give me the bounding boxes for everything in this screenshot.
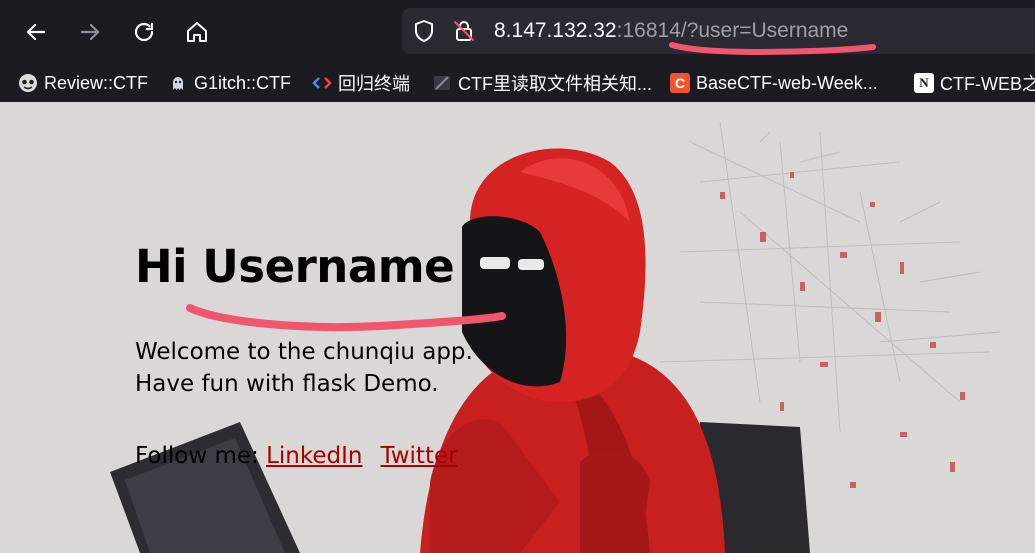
welcome-text: Welcome to the chunqiu app. Have fun wit… xyxy=(135,336,473,400)
page-content: Hi Username Welcome to the chunqiu app. … xyxy=(0,102,1035,553)
welcome-line: Have fun with flask Demo. xyxy=(135,371,439,397)
url-port-path: :16814/?user=Username xyxy=(616,19,849,42)
forward-button[interactable] xyxy=(72,14,108,50)
bookmark-label: G1itch::CTF xyxy=(194,72,292,93)
follow-section: Follow me: LinkedIn Twitter xyxy=(135,443,458,469)
bookmark-terminal[interactable]: 回归终端 xyxy=(312,71,410,95)
bookmark-ctf-web[interactable]: N CTF-WEB之 xyxy=(914,71,1035,95)
twitter-link[interactable]: Twitter xyxy=(380,443,457,469)
arrow-left-icon xyxy=(26,23,46,41)
bookmarks-bar: Review::CTF G1itch::CTF 回归终端 CTF里读取文件相关知… xyxy=(0,64,1035,102)
reload-button[interactable] xyxy=(126,14,162,50)
bookmark-g1itch-ctf[interactable]: G1itch::CTF xyxy=(168,71,291,95)
bookmark-label: CTF里读取文件相关知... xyxy=(458,74,652,94)
welcome-line: Welcome to the chunqiu app. xyxy=(135,339,473,365)
shield-icon[interactable] xyxy=(412,19,436,43)
browser-toolbar: 8.147.132.32:16814/?user=Username xyxy=(0,0,1035,64)
reload-icon xyxy=(134,22,154,42)
bookmark-basectf[interactable]: C BaseCTF-web-Week... xyxy=(670,71,878,95)
address-bar[interactable]: 8.147.132.32:16814/?user=Username xyxy=(402,8,1035,54)
ghost-icon xyxy=(168,73,188,93)
code-brackets-icon xyxy=(312,73,332,93)
bookmark-label: BaseCTF-web-Week... xyxy=(696,72,878,93)
bookmark-label: CTF-WEB之 xyxy=(940,74,1035,94)
bookmark-review-ctf[interactable]: Review::CTF xyxy=(18,71,148,95)
home-button[interactable] xyxy=(179,14,215,50)
folder-slash-icon xyxy=(432,73,452,93)
follow-label: Follow me: xyxy=(135,443,267,469)
insecure-lock-icon[interactable] xyxy=(452,19,476,43)
url-host: 8.147.132.32 xyxy=(494,19,617,42)
bookmark-label: 回归终端 xyxy=(338,74,410,94)
bookmark-ctf-file-read[interactable]: CTF里读取文件相关知... xyxy=(432,71,652,95)
linkedin-link[interactable]: LinkedIn xyxy=(266,443,362,469)
url-text[interactable]: 8.147.132.32:16814/?user=Username xyxy=(494,19,848,43)
notion-icon: N xyxy=(914,73,934,93)
bookmark-label: Review::CTF xyxy=(44,72,149,93)
hooded-hacker-image xyxy=(110,121,1001,553)
globe-icon xyxy=(18,73,38,93)
home-icon xyxy=(187,22,207,42)
arrow-right-icon xyxy=(80,23,100,41)
page-heading: Hi Username xyxy=(135,240,455,293)
back-button[interactable] xyxy=(18,14,54,50)
c-logo-icon: C xyxy=(670,73,690,93)
